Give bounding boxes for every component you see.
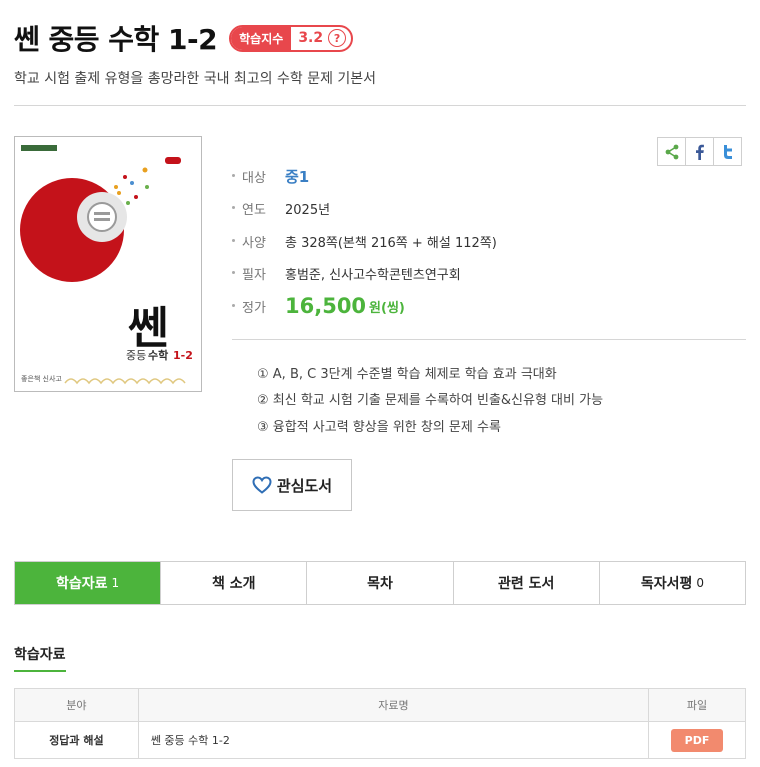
year-value: 2025년 xyxy=(285,203,331,219)
study-index-label: 학습지수 xyxy=(231,26,292,50)
material-file-cell: PDF xyxy=(648,721,746,759)
year-label: 연도 xyxy=(232,199,285,218)
price-unit: 원(씽) xyxy=(369,300,405,316)
spec-label: 사양 xyxy=(232,232,285,251)
study-index-badge[interactable]: 학습지수 3.2 ? xyxy=(229,24,354,52)
price-label: 정가 xyxy=(232,297,285,316)
info-row-price: 정가 16,500 원(씽) xyxy=(232,290,497,323)
share-buttons xyxy=(657,137,742,166)
spec-value: 총 328쪽(본책 216쪽 + 해설 112쪽) xyxy=(285,235,497,251)
materials-table: 분야 자료명 파일 정답과 해설 쎈 중등 수학 1-2 PDF xyxy=(14,688,746,759)
book-cover-image[interactable]: 쎈 중등 수학 1-2 좋은책 신사고 xyxy=(14,136,202,392)
table-header-row: 분야 자료명 파일 xyxy=(14,688,746,722)
tab-label: 목차 xyxy=(367,576,393,592)
column-header-name: 자료명 xyxy=(137,688,650,722)
material-name: 쎈 중등 수학 1-2 xyxy=(137,721,650,759)
cover-series-text: 중등 xyxy=(126,349,146,362)
material-category: 정답과 해설 xyxy=(14,721,139,759)
tab-related-books[interactable]: 관련 도서 xyxy=(452,562,599,604)
twitter-icon[interactable] xyxy=(713,137,742,166)
help-icon[interactable]: ? xyxy=(328,29,347,47)
facebook-icon[interactable] xyxy=(685,137,714,166)
info-row-target: 대상 중1 xyxy=(232,160,497,193)
cover-grade-text: 1-2 xyxy=(173,349,193,362)
info-row-author: 필자 홍범준, 신사고수학콘텐츠연구회 xyxy=(232,258,497,291)
tab-label: 학습자료 xyxy=(56,576,108,592)
tab-materials[interactable]: 학습자료 1 xyxy=(15,562,161,604)
detail-tabs: 학습자료 1 책 소개 목차 관련 도서 독자서평 0 xyxy=(14,561,746,605)
wishlist-label: 관심도서 xyxy=(276,477,333,495)
cover-subject-text: 수학 xyxy=(148,348,168,362)
tab-label: 책 소개 xyxy=(212,576,256,592)
tab-count: 1 xyxy=(111,576,120,590)
price-value: 16,500 xyxy=(285,294,367,319)
tab-label: 독자서평 xyxy=(640,576,693,592)
author-value: 홍범준, 신사고수학콘텐츠연구회 xyxy=(285,268,461,284)
target-value: 중1 xyxy=(285,167,310,186)
info-divider xyxy=(232,339,746,340)
feature-item: ② 최신 학교 시험 기출 문제를 수록하여 빈출&신유형 대비 가능 xyxy=(257,393,604,409)
wishlist-button[interactable]: 관심도서 xyxy=(232,459,352,511)
book-cover-art: 쎈 중등 수학 1-2 좋은책 신사고 xyxy=(15,137,201,391)
heart-icon xyxy=(252,476,272,494)
tab-contents[interactable]: 목차 xyxy=(306,562,452,604)
study-index-score: 3.2 xyxy=(298,30,324,46)
cover-publisher-text: 좋은책 신사고 xyxy=(21,374,62,383)
book-subtitle: 학교 시험 출제 유형을 총망라한 국내 최고의 수학 문제 기본서 xyxy=(14,71,377,87)
column-header-category: 분야 xyxy=(14,688,139,722)
share-icon[interactable] xyxy=(657,137,686,166)
section-title-materials: 학습자료 xyxy=(14,644,66,672)
cover-brand-text: 쎈 xyxy=(128,303,168,354)
info-row-spec: 사양 총 328쪽(본책 216쪽 + 해설 112쪽) xyxy=(232,225,497,258)
tab-count: 0 xyxy=(696,576,704,590)
info-row-year: 연도 2025년 xyxy=(232,193,497,226)
feature-list: ① A, B, C 3단계 수준별 학습 체제로 학습 효과 극대화 ② 최신 … xyxy=(257,359,603,439)
tab-reviews[interactable]: 독자서평 0 xyxy=(598,562,745,604)
feature-item: ① A, B, C 3단계 수준별 학습 체제로 학습 효과 극대화 xyxy=(257,366,557,382)
author-label: 필자 xyxy=(232,264,285,283)
book-info: 대상 중1 연도 2025년 사양 총 328쪽(본책 216쪽 + 해설 11… xyxy=(232,160,497,323)
tab-label: 관련 도서 xyxy=(498,576,555,592)
header-divider xyxy=(14,105,746,106)
table-row: 정답과 해설 쎈 중등 수학 1-2 PDF xyxy=(14,721,746,759)
page-title: 쎈 중등 수학 1-2 xyxy=(14,23,218,56)
target-label: 대상 xyxy=(232,167,285,186)
column-header-file: 파일 xyxy=(648,688,746,722)
title-row: 쎈 중등 수학 1-2 학습지수 3.2 ? xyxy=(14,18,354,58)
feature-item: ③ 융합적 사고력 향상을 위한 창의 문제 수록 xyxy=(257,419,501,435)
pdf-download-button[interactable]: PDF xyxy=(670,728,724,752)
tab-introduction[interactable]: 책 소개 xyxy=(160,562,306,604)
